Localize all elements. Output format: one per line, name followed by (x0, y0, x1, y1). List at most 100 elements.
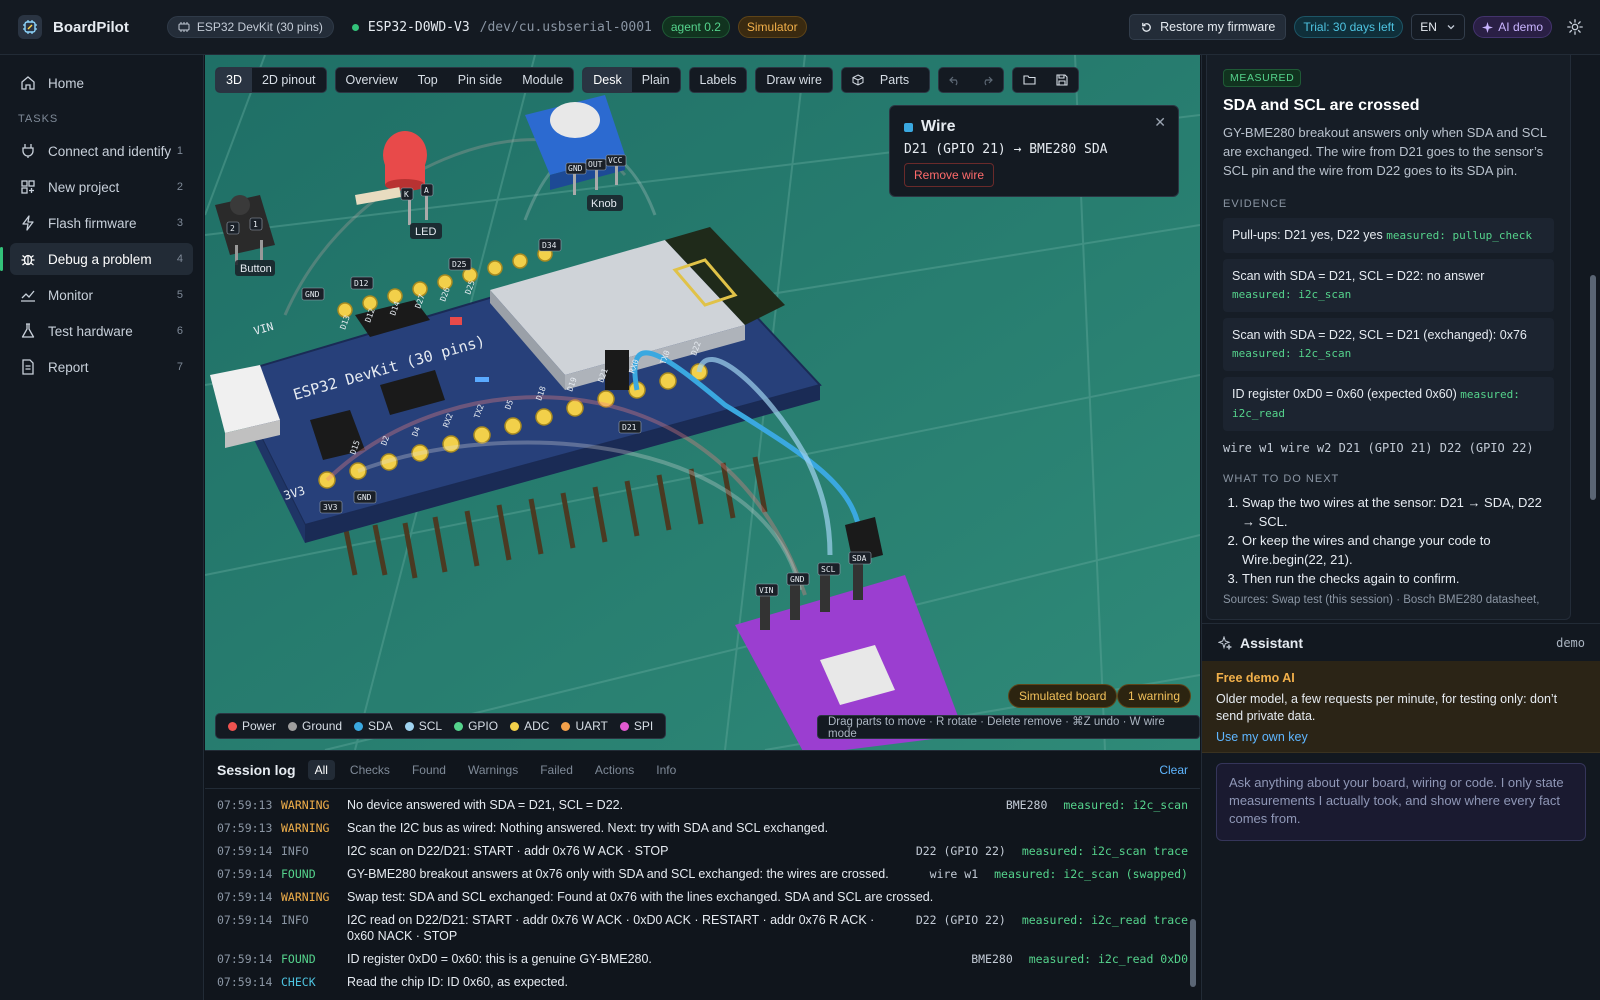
log-row[interactable]: 07:59:13 WARNING Scan the I2C bus as wired… (205, 816, 1200, 839)
log-row[interactable]: 07:59:14 FOUND ID register 0xD0 = 0x60: th… (205, 947, 1200, 970)
log-row[interactable]: 07:59:14 FOUND GY-BME280 breakout answers … (205, 862, 1200, 885)
sidebar-item-new-project[interactable]: New project 2 (10, 171, 193, 203)
camera-pin-side-button[interactable]: Pin side (448, 68, 512, 92)
evidence-text: ID register 0xD0 = 0x60 (expected 0x60) (1232, 387, 1457, 401)
save-icon (1056, 74, 1068, 86)
legend-swatch (619, 721, 629, 731)
sidebar-item-monitor[interactable]: Monitor 5 (10, 279, 193, 311)
log-reference[interactable]: BME280 (971, 951, 1013, 967)
legend-item: SDA (354, 719, 393, 733)
log-source[interactable]: measured: i2c_read trace (1022, 912, 1188, 928)
view-2d-pinout-button[interactable]: 2D pinout (252, 68, 326, 92)
simulated-board-badge[interactable]: Simulated board (1008, 684, 1118, 708)
legend-swatch (354, 721, 364, 731)
filter-failed[interactable]: Failed (533, 760, 580, 780)
svg-text:GND: GND (568, 164, 583, 173)
svg-text:GND: GND (790, 575, 805, 584)
log-reference[interactable]: D22 (GPIO 22) (916, 912, 1006, 928)
log-reference[interactable]: D22 (GPIO 22) (916, 843, 1006, 859)
sidebar-item-report[interactable]: Report 7 (10, 351, 193, 383)
log-rows: 07:59:13 WARNING No device answered with S… (205, 789, 1200, 999)
sparkle-icon (1218, 635, 1232, 650)
legend-item: SPI (619, 719, 653, 733)
log-message: I2C scan on D22/D21: START · addr 0x76 W… (347, 843, 669, 858)
history-group (938, 67, 1005, 93)
board-selector[interactable]: ESP32 DevKit (30 pins) (166, 16, 334, 38)
log-row[interactable]: 07:59:13 WARNING No device answered with S… (205, 793, 1200, 816)
chip-icon (178, 22, 190, 32)
legend-label: ADC (524, 719, 550, 733)
log-source[interactable]: measured: i2c_read 0xD0 (1029, 951, 1188, 967)
remove-wire-button[interactable]: Remove wire (904, 163, 995, 187)
sidebar-item-test[interactable]: Test hardware 6 (10, 315, 193, 347)
log-source[interactable]: measured: i2c_scan (1063, 797, 1188, 813)
legend-item: SCL (404, 719, 442, 733)
device-name: ESP32-D0WD-V3 (367, 19, 470, 35)
log-scrollbar[interactable] (1188, 789, 1198, 999)
clear-log-button[interactable]: Clear (1159, 763, 1188, 777)
open-button[interactable] (1013, 68, 1046, 92)
bg-plain-button[interactable]: Plain (632, 68, 680, 92)
log-level: FOUND (281, 866, 316, 881)
legend-item: Ground (288, 719, 342, 733)
save-button[interactable] (1046, 68, 1078, 92)
camera-overview-button[interactable]: Overview (336, 68, 408, 92)
labels-button[interactable]: Labels (690, 68, 747, 92)
use-own-key-link[interactable]: Use my own key (1216, 730, 1587, 744)
camera-top-button[interactable]: Top (408, 68, 448, 92)
log-row[interactable]: 07:59:14 WARNING Swap test: SDA and SCL ex… (205, 885, 1200, 908)
log-message: I2C read on D22/D21: START · addr 0x76 W… (347, 912, 875, 943)
language-select[interactable]: EN (1411, 14, 1466, 40)
sidebar-item-debug[interactable]: Debug a problem 4 (0, 243, 193, 275)
ai-demo-badge[interactable]: AI demo (1473, 16, 1552, 38)
draw-wire-button[interactable]: Draw wire (756, 68, 832, 92)
board-3d-view[interactable]: ESP32 DevKit (30 pins) GND D12 D25 D34 D… (205, 55, 1200, 750)
evidence-heading: EVIDENCE (1223, 198, 1288, 210)
tasks-section-label: TASKS (18, 113, 59, 125)
evidence-source[interactable]: measured: i2c_scan (1232, 288, 1351, 301)
filter-checks[interactable]: Checks (343, 760, 397, 780)
bg-desk-button[interactable]: Desk (583, 68, 632, 92)
log-row[interactable]: 07:59:14 INFO I2C read on D22/D21: START ·… (205, 908, 1200, 947)
warning-count-badge[interactable]: 1 warning (1117, 684, 1192, 708)
svg-text:GND: GND (357, 493, 372, 502)
log-source[interactable]: measured: i2c_scan (swapped) (994, 866, 1188, 882)
log-source[interactable]: measured: i2c_scan trace (1022, 843, 1188, 859)
view-3d-button[interactable]: 3D (216, 68, 252, 92)
simulator-badge[interactable]: Simulator (737, 16, 807, 38)
assistant-input[interactable]: Ask anything about your board, wiring or… (1216, 763, 1586, 841)
redo-button[interactable] (971, 68, 1003, 92)
close-icon[interactable]: ✕ (1154, 114, 1166, 131)
log-reference[interactable]: BME280 (1006, 797, 1048, 813)
svg-text:D25: D25 (452, 260, 467, 269)
filter-warnings[interactable]: Warnings (461, 760, 525, 780)
sources-text: Sources: Swap test (this session) · Bosc… (1223, 594, 1540, 606)
log-row[interactable]: 07:59:14 CHECK Read the chip ID: ID 0x60, … (205, 970, 1200, 993)
filter-all[interactable]: All (307, 759, 335, 780)
panel-scrollbar[interactable] (1588, 55, 1598, 620)
evidence-source[interactable]: measured: pullup_check (1386, 229, 1532, 242)
undo-button[interactable] (939, 68, 971, 92)
sidebar-item-connect[interactable]: Connect and identify 1 (10, 135, 193, 167)
plug-icon (22, 144, 34, 158)
log-reference[interactable]: wire w1 (930, 866, 978, 882)
legend-label: GPIO (468, 719, 499, 733)
top-bar: BoardPilot ESP32 DevKit (30 pins) ESP32-… (0, 0, 1600, 55)
finding-title: SDA and SCL are crossed (1223, 97, 1420, 114)
sidebar-item-flash[interactable]: Flash firmware 3 (10, 207, 193, 239)
camera-module-button[interactable]: Module (512, 68, 573, 92)
related-wires[interactable]: wire w1 wire w2 D21 (GPIO 21) D22 (GPIO … (1223, 441, 1554, 455)
filter-actions[interactable]: Actions (588, 760, 641, 780)
filter-found[interactable]: Found (405, 760, 453, 780)
gear-icon[interactable] (1566, 18, 1584, 36)
app-title: BoardPilot (53, 18, 129, 36)
trial-badge[interactable]: Trial: 30 days left (1294, 16, 1404, 38)
log-row[interactable]: 07:59:14 INFO I2C scan on D22/D21: START ·… (205, 839, 1200, 862)
assistant-title: Assistant (1240, 634, 1304, 651)
restore-firmware-button[interactable]: Restore my firmware (1129, 14, 1287, 40)
sidebar-item-home[interactable]: Home (10, 67, 193, 99)
parts-button[interactable]: Parts (842, 68, 929, 92)
filter-info[interactable]: Info (649, 760, 683, 780)
measured-tag: MEASURED (1223, 69, 1302, 87)
evidence-source[interactable]: measured: i2c_scan (1232, 347, 1351, 360)
